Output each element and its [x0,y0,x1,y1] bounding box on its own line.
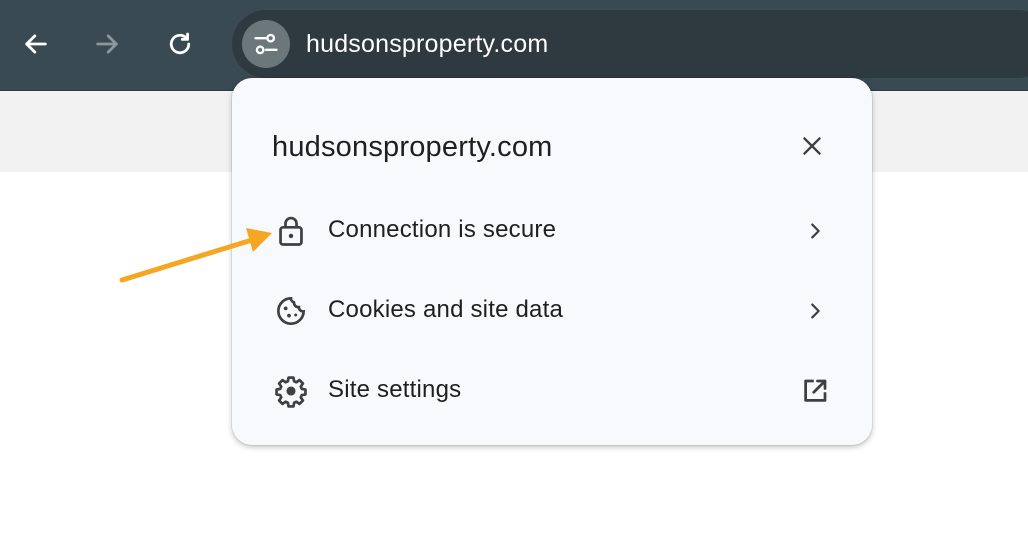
tune-icon [254,33,278,55]
back-button[interactable] [12,20,60,68]
connection-secure-label: Connection is secure [328,216,557,243]
chevron-right-icon [798,214,832,248]
open-in-new-icon [798,374,832,408]
connection-secure-item[interactable]: Connection is secure [232,192,872,270]
popup-title: hudsonsproperty.com [272,131,553,163]
cookie-icon [274,294,308,328]
arrow-left-icon [25,34,47,54]
cookies-site-data-item[interactable]: Cookies and site data [232,272,872,350]
site-info-popup: hudsonsproperty.com Connection is secure [232,78,872,445]
url-text[interactable]: hudsonsproperty.com [306,26,548,62]
forward-button[interactable] [83,20,131,68]
chevron-right-icon [798,294,832,328]
close-icon [803,137,821,155]
gear-icon [274,374,308,408]
arrow-right-icon [96,34,118,54]
reload-icon [169,32,191,55]
site-info-button[interactable] [242,20,290,68]
cookies-site-data-label: Cookies and site data [328,296,564,323]
site-settings-label: Site settings [328,376,462,403]
site-settings-item[interactable]: Site settings [232,352,872,430]
reload-button[interactable] [156,20,204,68]
close-button[interactable] [792,126,832,166]
lock-icon [274,214,308,248]
